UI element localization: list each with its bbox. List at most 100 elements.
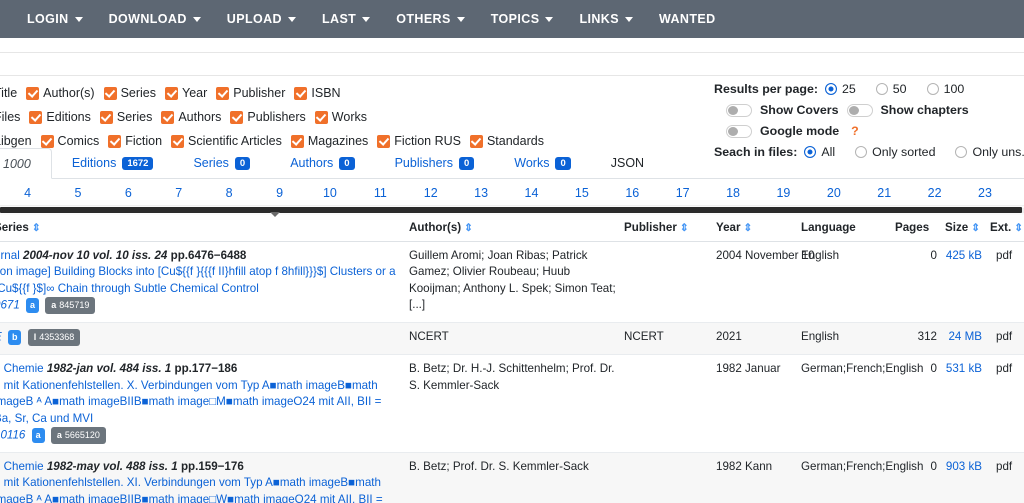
sort-icon[interactable]: ⇕ [32,222,40,234]
tab-badge-works: 0 [555,157,570,170]
page-link[interactable]: 9 [254,186,304,200]
series-name[interactable]: e Chemie [0,460,44,473]
page-link[interactable]: 19 [758,186,808,200]
radio-search-only-uns[interactable] [955,146,967,158]
radio-results-50[interactable] [876,83,888,95]
checkbox-series[interactable] [104,87,117,100]
checkbox-year[interactable] [165,87,178,100]
page-link[interactable]: 11 [355,186,405,200]
nav-item-wanted[interactable]: WANTED [646,6,729,32]
page-link[interactable]: 12 [406,186,456,200]
series-name[interactable]: e Chemie [0,362,44,375]
checkbox-authors-2[interactable] [161,111,174,124]
checkbox-publisher[interactable] [216,87,229,100]
nav-item-last[interactable]: LAST [309,6,383,32]
help-icon[interactable]: ? [851,124,859,138]
checkbox-editions[interactable] [29,111,42,124]
sort-icon[interactable]: ⇕ [744,222,752,234]
page-link[interactable]: 13 [456,186,506,200]
checkbox-publishers[interactable] [230,111,243,124]
nav-item-links[interactable]: LINKS [566,6,646,32]
table-row[interactable]: urnal 2004-nov 10 vol. 10 iss. 24 pp.647… [0,242,1024,323]
column-header-publisher[interactable]: Publisher⇕ [620,215,712,242]
entry-title[interactable]: tion image] Building Blocks into [Cu${{f… [0,264,401,297]
results-per-page-row: Results per page: 25 50 100 [714,80,1024,98]
nav-item-label: UPLOAD [227,12,282,26]
page-link[interactable]: 5 [53,186,103,200]
cell-size[interactable]: 531 kB [941,355,986,453]
table-row[interactable]: E b l4353368 NCERT NCERT 2021 English 31… [0,323,1024,355]
page-link[interactable]: 23 [960,186,1010,200]
checkbox-scientific-articles[interactable] [171,135,184,148]
sort-icon[interactable]: ⇕ [680,222,688,234]
scrollbar-thumb[interactable] [0,207,1022,213]
page-link[interactable]: 16 [607,186,657,200]
cell-ext: pdf [986,323,1024,355]
badge-source-b[interactable]: b [8,330,22,345]
page-link[interactable]: 20 [809,186,859,200]
entry-title[interactable]: e mit Kationenfehlstellen. XI. Verbindun… [0,475,401,503]
page-link[interactable]: 7 [154,186,204,200]
column-header-ext[interactable]: Ext.⇕ [986,215,1024,242]
radio-search-only-sorted[interactable] [855,146,867,158]
page-link[interactable]: 18 [708,186,758,200]
page-link[interactable]: 8 [204,186,254,200]
cell-size[interactable]: 425 kB [941,242,986,323]
checkbox-standards[interactable] [470,135,483,148]
cell-size[interactable]: 903 kB [941,452,986,503]
page-link[interactable]: 4 [2,186,52,200]
checkbox-magazines[interactable] [291,135,304,148]
radio-results-100[interactable] [927,83,939,95]
checkbox-fiction-rus[interactable] [377,135,390,148]
badge-source-a[interactable]: a [32,428,45,443]
page-link[interactable]: 22 [909,186,959,200]
checkbox-isbn[interactable] [294,87,307,100]
tab-label: Publishers [395,156,453,170]
table-row[interactable]: e Chemie 1982-jan vol. 484 iss. 1 pp.177… [0,355,1024,453]
page-link[interactable]: 6 [103,186,153,200]
nav-item-login[interactable]: LOGIN [14,6,96,32]
sort-icon[interactable]: ⇕ [1014,222,1022,234]
entry-title[interactable]: e mit Kationenfehlstellen. X. Verbindung… [0,378,401,427]
radio-results-25[interactable] [825,83,837,95]
page-link[interactable]: 21 [859,186,909,200]
column-header-size[interactable]: Size⇕ [941,215,986,242]
nav-item-download[interactable]: DOWNLOAD [96,6,214,32]
page-link[interactable]: 15 [557,186,607,200]
entry-id[interactable]: E [0,331,2,344]
badge-record-id[interactable]: a845719 [45,297,95,314]
column-label: Series [0,221,29,234]
entry-id[interactable]: 0671 [0,299,20,312]
toggle-show-covers[interactable] [726,104,752,117]
results-table: Series⇕ Author(s)⇕ Publisher⇕ Year⇕ Lang… [0,215,1024,503]
page-link[interactable]: 14 [506,186,556,200]
checkbox-series-2[interactable] [100,111,113,124]
badge-record-id[interactable]: l4353368 [28,329,81,346]
toggle-google-mode[interactable] [726,125,752,138]
column-header-authors[interactable]: Author(s)⇕ [405,215,620,242]
page-link[interactable]: 17 [657,186,707,200]
nav-item-topics[interactable]: TOPICS [478,6,567,32]
badge-record-id[interactable]: a5665120 [51,427,106,444]
tab-label: Series [193,156,228,170]
checkbox-comics[interactable] [41,135,54,148]
cell-size[interactable]: 24 MB [941,323,986,355]
radio-search-all[interactable] [804,146,816,158]
toggle-show-chapters[interactable] [847,104,873,117]
horizontal-scrollbar[interactable] [0,205,1024,215]
badge-source-a[interactable]: a [26,298,39,313]
checkbox-works[interactable] [315,111,328,124]
table-row[interactable]: e Chemie 1982-may vol. 488 iss. 1 pp.159… [0,452,1024,503]
checkbox-authors[interactable] [26,87,39,100]
column-header-year[interactable]: Year⇕ [712,215,777,242]
scrollbar-grip-icon[interactable] [270,212,280,217]
series-name[interactable]: urnal [0,249,20,262]
page-link[interactable]: 10 [305,186,355,200]
sort-icon[interactable]: ⇕ [464,222,472,234]
sort-icon[interactable]: ⇕ [971,222,979,234]
column-header-series[interactable]: Series⇕ [0,215,405,242]
nav-item-upload[interactable]: UPLOAD [214,6,309,32]
checkbox-fiction[interactable] [108,135,121,148]
nav-item-others[interactable]: OTHERS [383,6,478,32]
entry-id[interactable]: 40116 [0,428,25,441]
